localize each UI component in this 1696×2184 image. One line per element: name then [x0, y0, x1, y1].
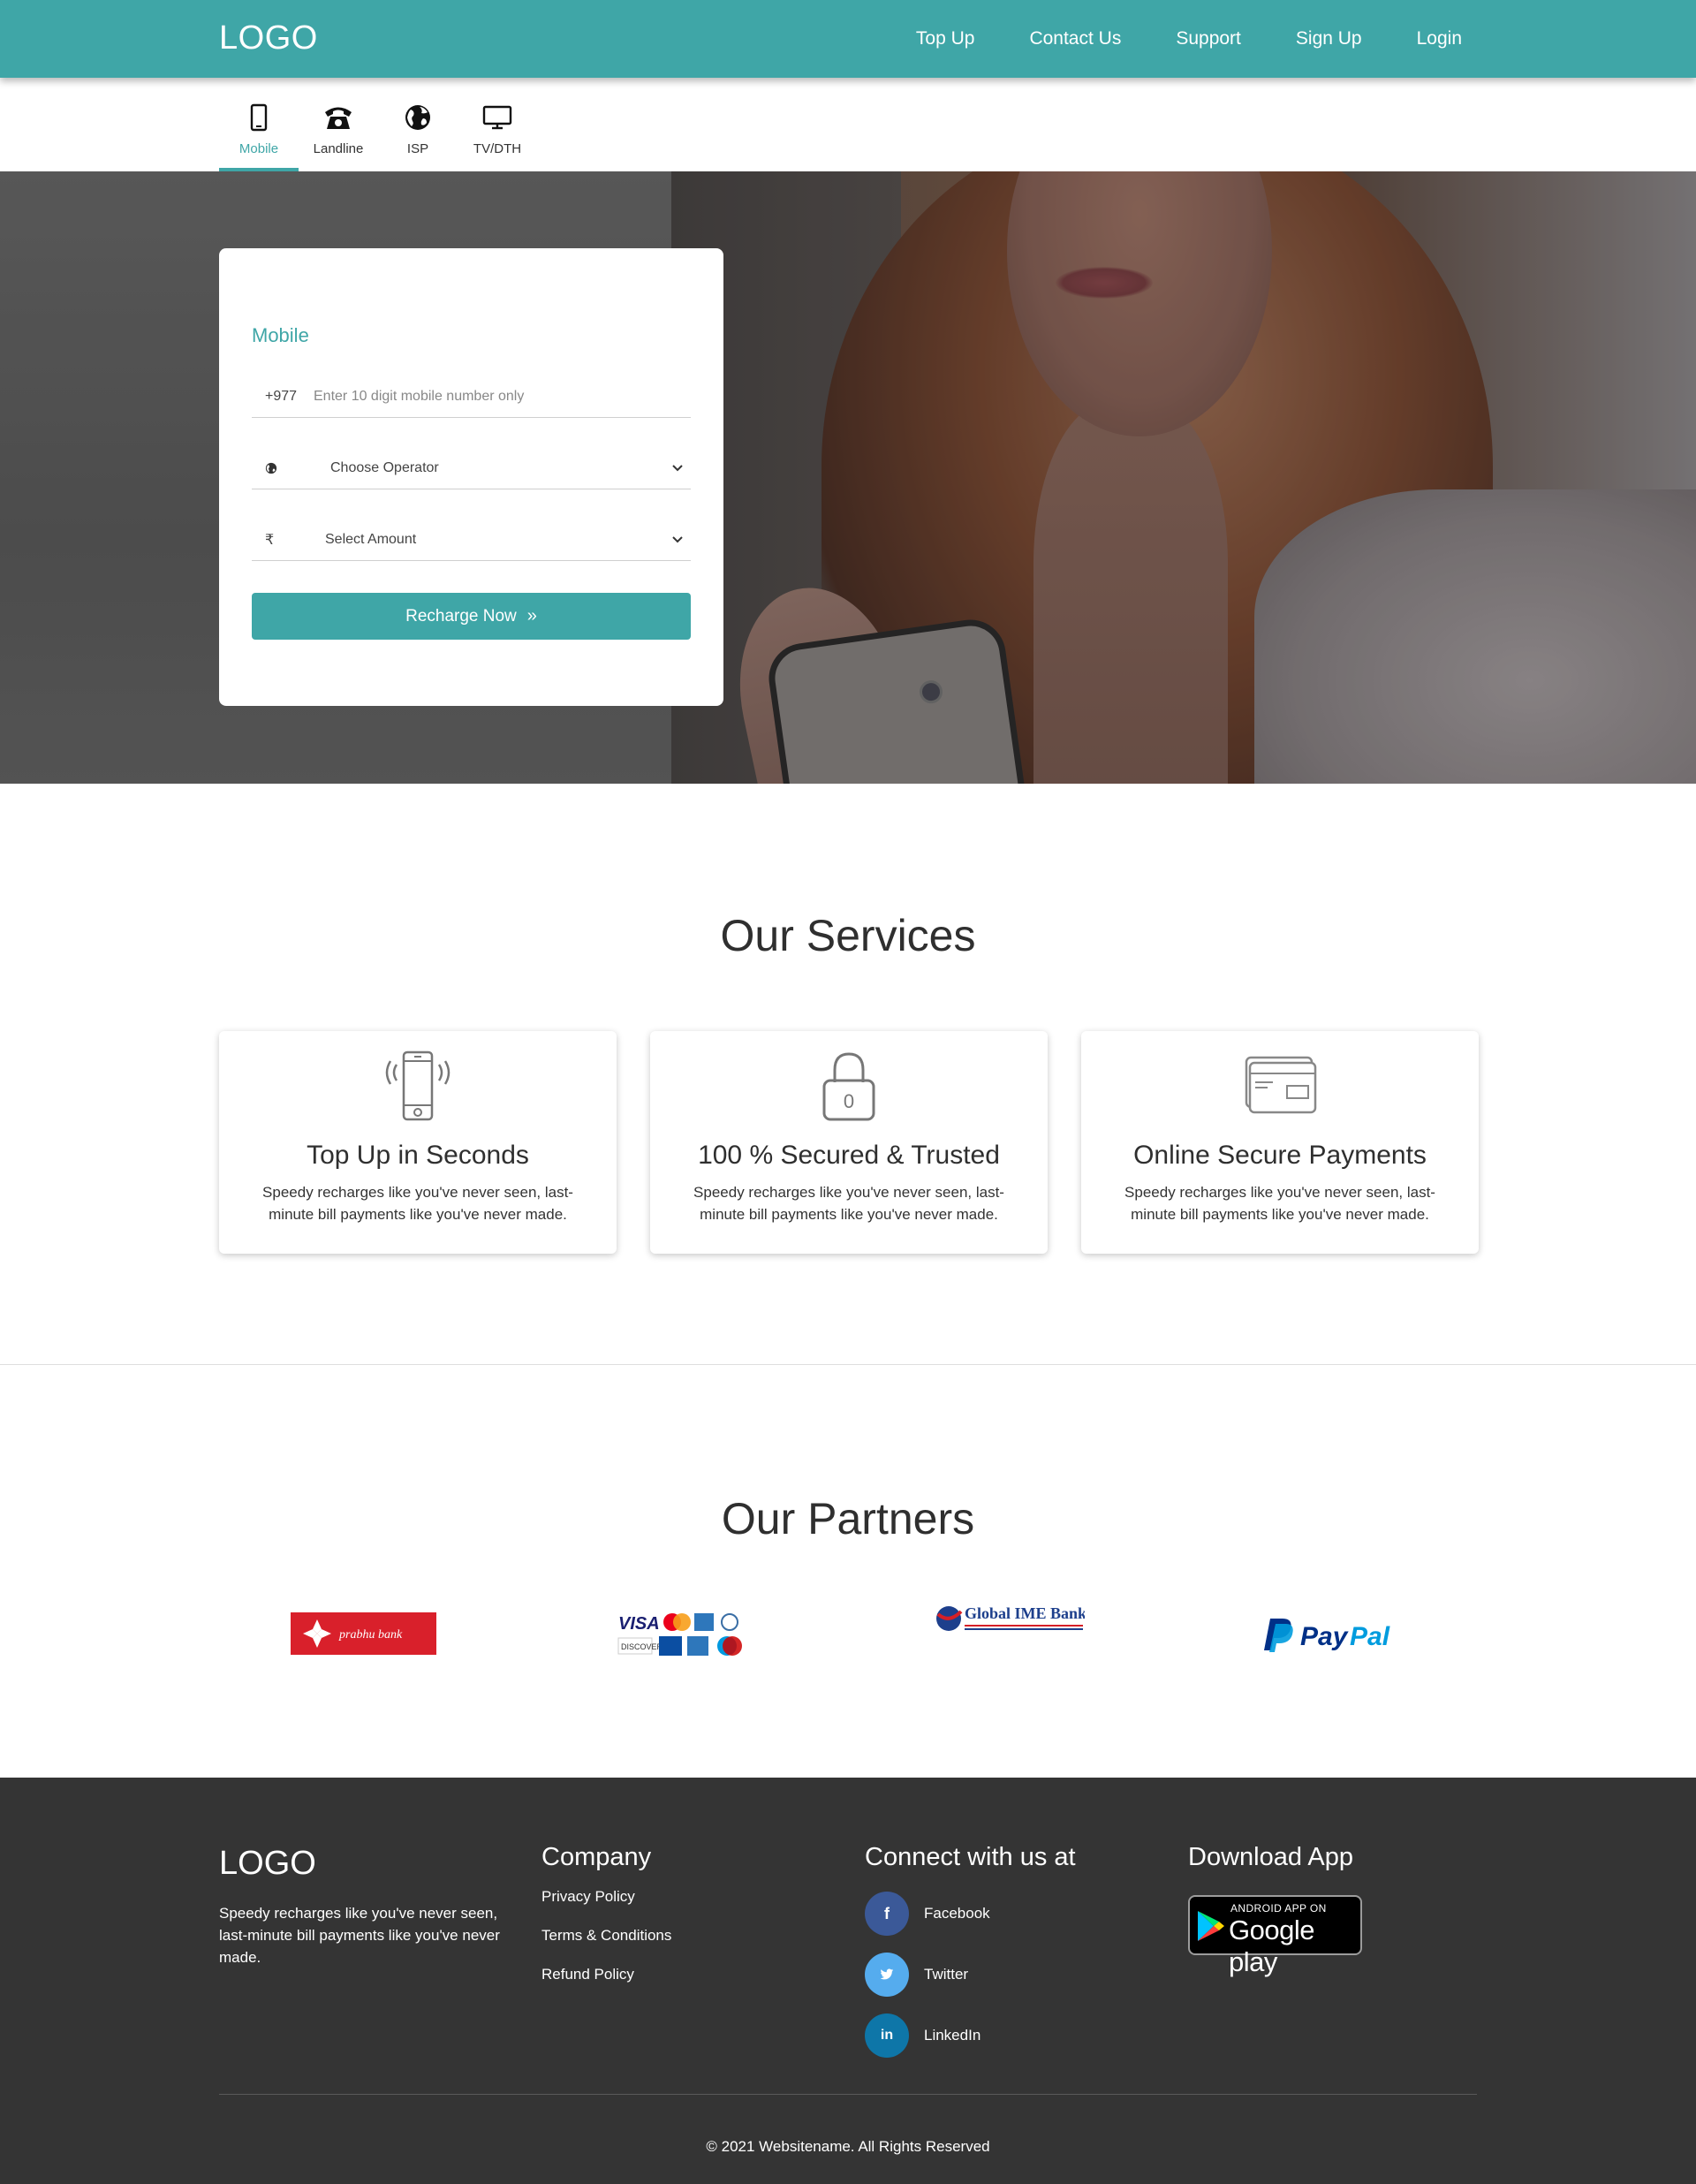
- footer-description: Speedy recharges like you've never seen,…: [219, 1905, 500, 1966]
- footer-about: LOGO Speedy recharges like you've never …: [219, 1845, 515, 1968]
- tab-label: ISP: [406, 141, 429, 156]
- partners-heading: Our Partners: [721, 1494, 975, 1543]
- privacy-policy-link[interactable]: Privacy Policy: [541, 1888, 671, 1906]
- recharge-form-card: Mobile +977 Choose Operator ₹ Select Amo…: [219, 248, 723, 706]
- service-description: Speedy recharges like you've never seen,…: [262, 1184, 573, 1223]
- monitor-icon: [482, 102, 512, 133]
- nav-top-up[interactable]: Top Up: [916, 28, 975, 49]
- service-title: 100 % Secured & Trusted: [698, 1141, 1000, 1170]
- linkedin-link[interactable]: in LinkedIn: [865, 2013, 1076, 2058]
- top-navbar: LOGO Top Up Contact Us Support Sign Up L…: [0, 0, 1696, 78]
- rupee-icon: ₹: [265, 532, 275, 548]
- svg-text:Pal: Pal: [1350, 1622, 1390, 1651]
- footer-company: Company Privacy Policy Terms & Condition…: [541, 1843, 671, 1983]
- operator-select-value: Choose Operator: [330, 459, 439, 475]
- social-label: Facebook: [924, 1905, 990, 1922]
- service-description: Speedy recharges like you've never seen,…: [693, 1184, 1004, 1223]
- linkedin-icon: in: [865, 2013, 909, 2058]
- operator-select[interactable]: Choose Operator: [252, 447, 691, 489]
- mobile-number-input[interactable]: [314, 388, 691, 405]
- chevron-down-icon: [664, 535, 691, 543]
- nav-sign-up[interactable]: Sign Up: [1296, 28, 1362, 49]
- nav-login[interactable]: Login: [1417, 28, 1462, 49]
- google-play-caption: ANDROID APP ON: [1230, 1902, 1327, 1915]
- tab-isp[interactable]: ISP: [378, 97, 458, 171]
- form-title: Mobile: [252, 324, 309, 346]
- partners-list: prabhu bank VISA DISCOVER Global IME Ban…: [219, 1597, 1477, 1677]
- footer-connect: Connect with us at f Facebook Twitter in…: [865, 1843, 1076, 2074]
- connect-heading: Connect with us at: [865, 1843, 1076, 1871]
- tab-label: TV/DTH: [473, 141, 522, 156]
- globe-icon: [252, 462, 300, 474]
- service-card: 0 100 % Secured & Trusted Speedy recharg…: [650, 1031, 1048, 1254]
- google-play-title: Google play: [1229, 1915, 1314, 1977]
- footer-download: Download App ANDROID APP ON Google play: [1188, 1843, 1362, 1977]
- footer-divider: [219, 2094, 1477, 2095]
- svg-text:Pay: Pay: [1300, 1622, 1349, 1651]
- section-divider: [0, 1364, 1696, 1365]
- tab-label: Mobile: [238, 141, 279, 156]
- phone-vibrate-icon: [219, 1049, 617, 1123]
- terms-conditions-link[interactable]: Terms & Conditions: [541, 1927, 671, 1945]
- logo[interactable]: LOGO: [219, 19, 318, 57]
- svg-text:prabhu bank: prabhu bank: [338, 1628, 403, 1642]
- nav-contact-us[interactable]: Contact Us: [1029, 28, 1121, 49]
- tab-label: Landline: [313, 141, 364, 156]
- service-description: Speedy recharges like you've never seen,…: [1124, 1184, 1435, 1223]
- twitter-icon: [865, 1953, 909, 1997]
- credit-card-icon: [1081, 1049, 1479, 1123]
- amount-select[interactable]: ₹ Select Amount: [252, 519, 691, 561]
- telephone-icon: [323, 102, 353, 133]
- amount-select-value: Select Amount: [325, 531, 417, 547]
- facebook-icon: f: [865, 1892, 909, 1936]
- svg-text:DISCOVER: DISCOVER: [621, 1642, 663, 1651]
- mobile-icon: [244, 102, 274, 133]
- social-label: Twitter: [924, 1966, 969, 1983]
- tab-tv-dth[interactable]: TV/DTH: [458, 97, 537, 171]
- prabhu-bank-logo: prabhu bank: [291, 1612, 436, 1655]
- service-title: Top Up in Seconds: [307, 1141, 529, 1170]
- service-card: Online Secure Payments Speedy recharges …: [1081, 1031, 1479, 1254]
- copyright: © 2021 Websitename. All Rights Reserved: [706, 2138, 990, 2155]
- services-heading: Our Services: [720, 911, 976, 960]
- card-networks-logo: VISA DISCOVER: [617, 1610, 758, 1659]
- download-heading: Download App: [1188, 1843, 1354, 1871]
- double-chevron-right-icon: »: [526, 606, 537, 626]
- facebook-link[interactable]: f Facebook: [865, 1892, 1076, 1936]
- svg-text:Global IME Bank: Global IME Bank: [965, 1604, 1085, 1622]
- recharge-now-button[interactable]: Recharge Now »: [252, 593, 691, 640]
- tab-landline[interactable]: Landline: [299, 97, 378, 171]
- svg-text:0: 0: [844, 1090, 854, 1112]
- footer: LOGO Speedy recharges like you've never …: [0, 1778, 1696, 2184]
- service-tabs: Mobile Landline ISP TV/DTH: [219, 97, 537, 171]
- nav-support[interactable]: Support: [1176, 28, 1241, 49]
- padlock-icon: 0: [650, 1049, 1048, 1123]
- refund-policy-link[interactable]: Refund Policy: [541, 1966, 671, 1983]
- social-label: LinkedIn: [924, 2027, 981, 2044]
- service-card: Top Up in Seconds Speedy recharges like …: [219, 1031, 617, 1254]
- svg-text:VISA: VISA: [618, 1614, 660, 1634]
- recharge-button-label: Recharge Now: [405, 606, 517, 626]
- twitter-link[interactable]: Twitter: [865, 1953, 1076, 1997]
- google-play-icon: [1196, 1909, 1226, 1947]
- company-heading: Company: [541, 1843, 652, 1871]
- globe-icon: [403, 102, 433, 133]
- tab-mobile[interactable]: Mobile: [219, 97, 299, 171]
- google-play-badge[interactable]: ANDROID APP ON Google play: [1188, 1895, 1362, 1977]
- service-title: Online Secure Payments: [1133, 1141, 1427, 1170]
- main-nav: Top Up Contact Us Support Sign Up Login: [861, 0, 1462, 78]
- mobile-number-field: +977: [252, 375, 691, 418]
- services-list: Top Up in Seconds Speedy recharges like …: [219, 1031, 1479, 1254]
- chevron-down-icon: [664, 464, 691, 472]
- footer-logo[interactable]: LOGO: [219, 1845, 515, 1883]
- global-ime-bank-logo: Global IME Bank: [935, 1601, 1085, 1636]
- country-code: +977: [265, 388, 298, 404]
- paypal-logo: Pay Pal: [1261, 1615, 1403, 1654]
